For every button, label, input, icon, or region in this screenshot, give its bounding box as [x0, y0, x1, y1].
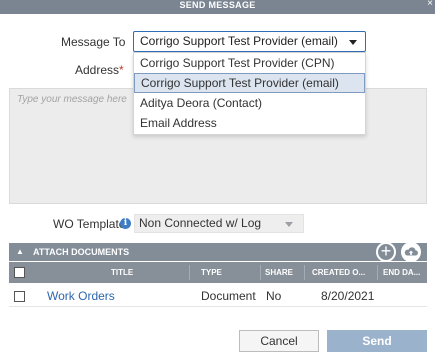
cloud-upload-icon[interactable]: [401, 242, 421, 262]
close-icon[interactable]: ×: [427, 0, 433, 9]
chevron-down-icon: [285, 222, 293, 227]
dropdown-option-email-address[interactable]: Email Address: [134, 113, 365, 133]
select-all-checkbox[interactable]: [14, 267, 25, 278]
dropdown-option-cpn[interactable]: Corrigo Support Test Provider (CPN): [134, 53, 365, 73]
required-marker: *: [119, 63, 124, 77]
chevron-down-icon: [349, 40, 357, 45]
documents-table-header: TITLE TYPE SHARE CREATED O... END DA...: [9, 262, 427, 283]
dialog-title: SEND MESSAGE: [179, 0, 256, 10]
message-to-dropdown: Corrigo Support Test Provider (CPN) Corr…: [133, 52, 366, 135]
plus-circle-icon[interactable]: +: [376, 241, 396, 262]
table-row[interactable]: Work Orders Document No 8/20/2021: [9, 285, 427, 307]
message-to-label: Message To: [61, 35, 126, 49]
document-type: Document: [201, 289, 256, 303]
column-share[interactable]: SHARE: [265, 262, 293, 283]
wo-template-label: WO Template: [53, 217, 126, 231]
dropdown-option-email-provider[interactable]: Corrigo Support Test Provider (email): [134, 73, 365, 93]
column-type[interactable]: TYPE: [201, 262, 222, 283]
message-to-select[interactable]: Corrigo Support Test Provider (email): [133, 31, 366, 52]
message-to-value: Corrigo Support Test Provider (email): [140, 34, 338, 48]
column-title[interactable]: TITLE: [111, 262, 133, 283]
row-checkbox[interactable]: [14, 291, 25, 302]
cancel-button[interactable]: Cancel: [239, 330, 319, 352]
send-button[interactable]: Send: [327, 330, 427, 352]
attach-documents-label: ATTACH DOCUMENTS: [33, 247, 130, 257]
info-icon[interactable]: i: [120, 218, 131, 229]
message-placeholder: Type your message here: [17, 94, 127, 105]
document-share: No: [266, 289, 282, 303]
wo-template-value: Non Connected w/ Log: [139, 216, 262, 230]
column-end-date[interactable]: END DA...: [383, 262, 420, 283]
collapse-triangle-icon[interactable]: ▲: [16, 247, 24, 256]
attach-documents-header[interactable]: ▲ ATTACH DOCUMENTS: [9, 243, 427, 261]
dropdown-option-contact[interactable]: Aditya Deora (Contact): [134, 93, 365, 113]
document-created: 8/20/2021: [321, 289, 375, 303]
document-title-link[interactable]: Work Orders: [47, 289, 115, 303]
address-label: Address*: [75, 63, 124, 77]
wo-template-select[interactable]: Non Connected w/ Log: [134, 214, 304, 233]
dialog-titlebar: SEND MESSAGE ×: [0, 0, 435, 14]
column-created[interactable]: CREATED O...: [312, 262, 365, 283]
